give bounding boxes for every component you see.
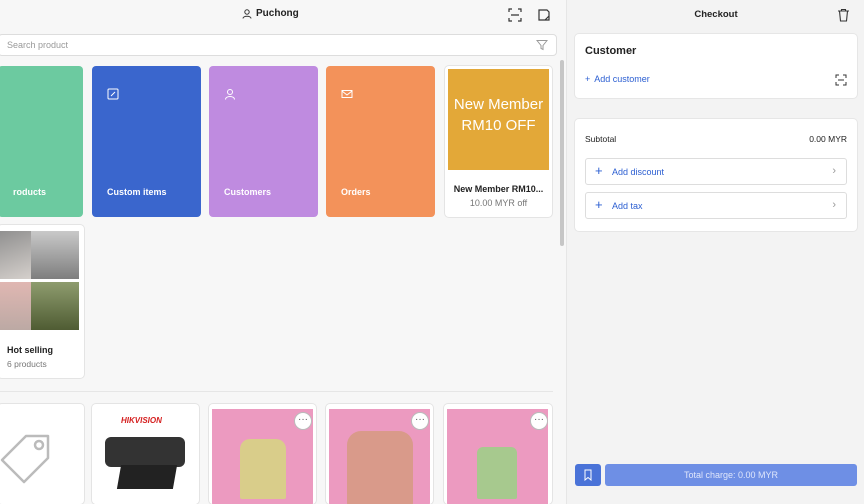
checkout-title: Checkout — [694, 9, 738, 20]
plus-icon: + — [595, 163, 603, 178]
tile-products[interactable]: roducts — [0, 66, 83, 217]
checkout-pane: Checkout Customer + Add customer Subtota… — [566, 0, 864, 504]
tile-label: Customers — [224, 187, 272, 197]
tile-custom-items[interactable]: Custom items — [92, 66, 201, 217]
tile-customers[interactable]: Customers — [209, 66, 318, 217]
pos-app: Puchong roducts Custom items Customers O… — [0, 0, 864, 504]
promo-image: New Member RM10 OFF — [448, 69, 549, 170]
scrollbar[interactable] — [560, 60, 564, 246]
hot-selling-count: 6 products — [7, 359, 47, 369]
plus-icon: + — [595, 197, 603, 212]
person-icon — [225, 89, 235, 100]
tile-label: roducts — [13, 187, 47, 197]
product-image-webcam: HIKVISION — [95, 409, 196, 504]
save-order-button[interactable] — [575, 464, 601, 486]
product-card[interactable]: ··· — [444, 404, 552, 504]
product-photo — [31, 282, 79, 330]
product-card[interactable]: ··· — [326, 404, 433, 504]
add-discount-button[interactable]: + Add discount › — [585, 158, 847, 185]
more-options-button[interactable]: ··· — [411, 412, 429, 430]
top-bar: Puchong — [0, 0, 566, 30]
scan-icon[interactable] — [508, 8, 522, 22]
trash-icon[interactable] — [837, 8, 850, 22]
scan-icon[interactable] — [835, 74, 847, 86]
order-summary-card: Subtotal 0.00 MYR + Add discount › + Add… — [575, 119, 857, 231]
add-tax-label: Add tax — [612, 201, 643, 211]
product-photo — [31, 231, 79, 279]
bookmark-icon — [584, 469, 592, 481]
add-customer-button[interactable]: + Add customer — [585, 74, 650, 84]
person-icon — [242, 8, 252, 19]
more-options-button[interactable]: ··· — [294, 412, 312, 430]
search-input[interactable] — [0, 35, 519, 55]
location-name: Puchong — [256, 8, 299, 19]
product-photo — [0, 282, 32, 330]
promo-name: New Member RM10... — [453, 184, 544, 194]
location-selector[interactable]: Puchong — [242, 8, 299, 19]
product-card[interactable] — [0, 404, 84, 504]
add-discount-label: Add discount — [612, 167, 665, 177]
product-card[interactable]: HIKVISION — [92, 404, 199, 504]
subtotal-value: 0.00 MYR — [809, 134, 847, 144]
promo-card[interactable]: New Member RM10 OFF New Member RM10... 1… — [445, 66, 552, 217]
chevron-right-icon: › — [832, 199, 836, 211]
product-pane: Puchong roducts Custom items Customers O… — [0, 0, 566, 504]
divider — [0, 391, 553, 392]
chevron-right-icon: › — [832, 165, 836, 177]
search-bar — [0, 34, 557, 56]
tile-label: Custom items — [107, 187, 167, 197]
edit-icon — [107, 88, 119, 100]
product-card[interactable]: ··· — [209, 404, 316, 504]
product-photo — [0, 231, 32, 279]
brand-logo: HIKVISION — [121, 416, 162, 425]
add-tax-button[interactable]: + Add tax › — [585, 192, 847, 219]
hot-selling-title: Hot selling — [7, 345, 54, 355]
tile-orders[interactable]: Orders — [326, 66, 435, 217]
more-options-button[interactable]: ··· — [530, 412, 548, 430]
envelope-icon — [341, 90, 353, 98]
hot-selling-card[interactable]: Hot selling 6 products — [0, 225, 84, 378]
plus-icon: + — [585, 74, 591, 84]
customer-card: Customer + Add customer — [575, 34, 857, 98]
note-icon[interactable] — [537, 8, 551, 22]
tag-icon — [0, 434, 50, 484]
subtotal-label: Subtotal — [585, 134, 617, 144]
promo-price: 10.00 MYR off — [469, 198, 528, 208]
add-customer-label: Add customer — [594, 74, 650, 84]
filter-icon[interactable] — [536, 39, 548, 51]
customer-title: Customer — [585, 45, 637, 57]
total-charge-button[interactable]: Total charge: 0.00 MYR — [605, 464, 857, 486]
tile-label: Orders — [341, 187, 371, 197]
